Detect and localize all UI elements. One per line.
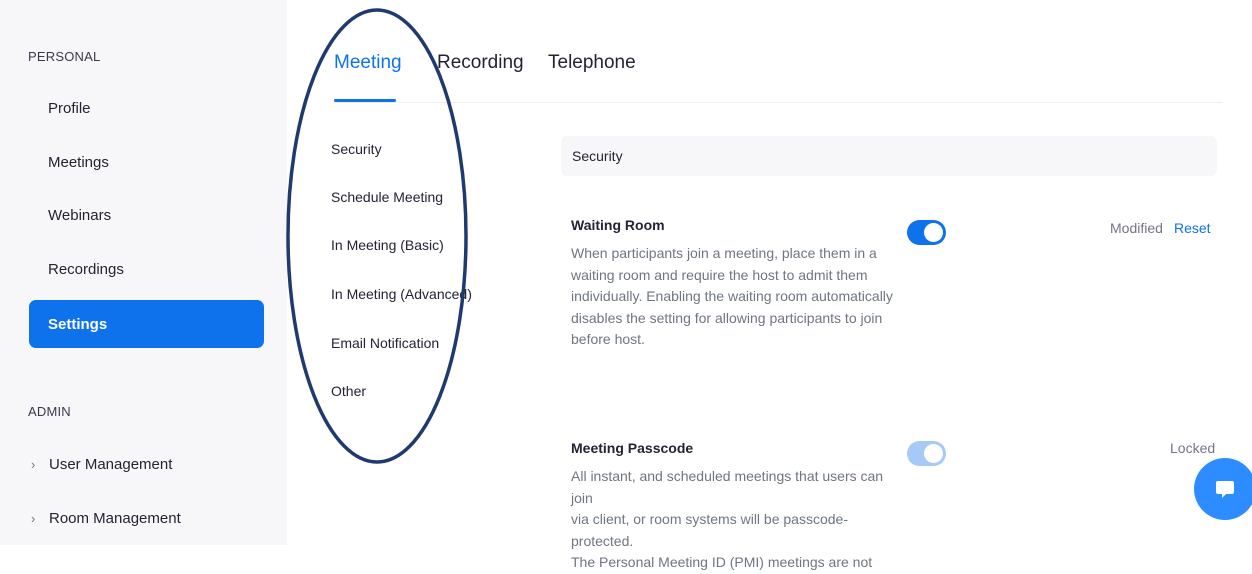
sidebar-item-webinars[interactable]: Webinars: [48, 207, 111, 224]
toggle-knob: [924, 444, 943, 463]
setting-title-meeting-passcode: Meeting Passcode: [571, 440, 694, 456]
sidebar-item-room-management[interactable]: › Room Management: [31, 510, 181, 527]
desc-line: When participants join a meeting, place …: [571, 245, 877, 261]
section-header-label: Security: [572, 148, 623, 164]
chat-button[interactable]: [1194, 458, 1252, 520]
subnav-in-meeting-basic[interactable]: In Meeting (Basic): [331, 237, 444, 253]
sidebar-item-profile[interactable]: Profile: [48, 100, 91, 117]
chevron-right-icon: ›: [31, 457, 36, 472]
desc-line: The Personal Meeting ID (PMI) meetings a…: [571, 554, 873, 570]
annotation-ellipse: [286, 8, 468, 464]
subnav-security[interactable]: Security: [331, 141, 382, 157]
section-label-admin: ADMIN: [28, 404, 71, 419]
chevron-right-icon: ›: [31, 511, 36, 526]
waiting-room-toggle[interactable]: [907, 220, 946, 245]
setting-desc-meeting-passcode: All instant, and scheduled meetings that…: [571, 466, 901, 574]
desc-line: waiting room and require the host to adm…: [571, 266, 868, 283]
setting-title-waiting-room: Waiting Room: [571, 217, 665, 233]
subnav-email-notification[interactable]: Email Notification: [331, 335, 439, 351]
section-label-personal: PERSONAL: [28, 49, 101, 64]
status-modified: Modified: [1110, 220, 1163, 236]
subnav-schedule-meeting[interactable]: Schedule Meeting: [331, 189, 443, 205]
desc-line: individually. Enabling the waiting room …: [571, 288, 893, 304]
sidebar-item-settings[interactable]: Settings: [29, 300, 264, 348]
sidebar-item-label: Room Management: [49, 510, 181, 527]
desc-line: before host.: [571, 331, 645, 347]
desc-line: disables the setting for allowing partic…: [571, 309, 883, 326]
reset-link[interactable]: Reset: [1174, 220, 1211, 236]
tab-recording[interactable]: Recording: [437, 52, 524, 74]
chat-icon: [1216, 481, 1234, 498]
tab-telephone[interactable]: Telephone: [548, 52, 636, 74]
tab-meeting[interactable]: Meeting: [334, 52, 402, 74]
desc-line: via client, or room systems will be pass…: [571, 511, 848, 549]
toggle-knob: [924, 223, 943, 242]
sidebar-item-recordings[interactable]: Recordings: [48, 261, 124, 278]
sidebar: PERSONAL Profile Meetings Webinars Recor…: [0, 0, 287, 545]
subnav-in-meeting-advanced[interactable]: In Meeting (Advanced): [331, 286, 472, 302]
setting-desc-waiting-room: When participants join a meeting, place …: [571, 243, 901, 351]
sidebar-item-meetings[interactable]: Meetings: [48, 154, 109, 171]
subnav-other[interactable]: Other: [331, 383, 366, 399]
status-locked: Locked: [1170, 440, 1216, 456]
section-header-security: Security: [561, 136, 1217, 176]
meeting-passcode-toggle[interactable]: [907, 441, 946, 466]
sidebar-item-user-management[interactable]: › User Management: [31, 456, 172, 473]
sidebar-item-label: Settings: [48, 315, 108, 333]
sidebar-item-label: User Management: [49, 456, 173, 473]
tab-divider: [334, 102, 1223, 103]
desc-line: All instant, and scheduled meetings that…: [571, 468, 884, 506]
